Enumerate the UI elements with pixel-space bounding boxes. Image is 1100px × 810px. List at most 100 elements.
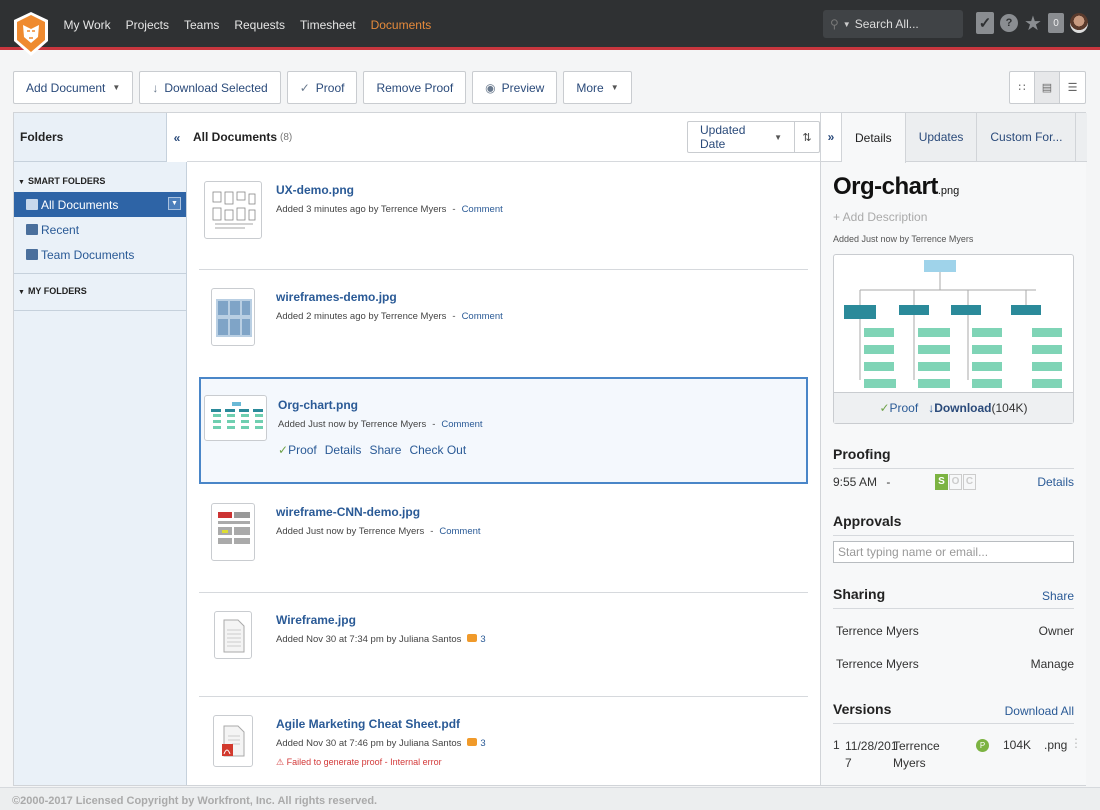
tasks-check-icon[interactable]: ✓ [976, 12, 994, 34]
document-name[interactable]: wireframes-demo.jpg [276, 290, 397, 304]
sidebar-item-team-documents[interactable]: Team Documents [14, 242, 186, 267]
document-name[interactable]: UX-demo.png [276, 183, 354, 197]
nav-my-work[interactable]: My Work [56, 18, 118, 32]
document-name[interactable]: Agile Marketing Cheat Sheet.pdf [276, 717, 460, 731]
list-item[interactable]: UX-demo.png Added 3 minutes ago by Terre… [199, 171, 808, 261]
proof-label: Proof [889, 401, 919, 415]
document-preview[interactable]: ✓Proof ↓Download(104K) [833, 254, 1074, 424]
preview-download-button[interactable]: ↓Download(104K) [928, 401, 1027, 415]
sort-field-label: Updated Date [700, 123, 746, 151]
global-search[interactable]: ⚲ ▼ Search All... [823, 10, 963, 38]
nav-timesheet[interactable]: Timesheet [293, 18, 364, 32]
document-name: Org-chart [833, 173, 938, 200]
document-title: Org-chart.png [833, 173, 959, 201]
sort-field-dropdown[interactable]: Updated Date ▼ [688, 122, 796, 152]
approvals-input[interactable] [833, 541, 1074, 563]
list-item-selected[interactable]: Org-chart.png Added Just now by Terrence… [199, 377, 808, 484]
comment-link[interactable]: Comment [462, 311, 503, 322]
document-extension: .png [937, 185, 960, 197]
document-meta: Added Nov 30 at 7:34 pm by Juliana Santo… [276, 634, 486, 645]
nav-requests[interactable]: Requests [227, 18, 293, 32]
my-folders-heading[interactable]: ▼ MY FOLDERS [14, 274, 186, 302]
more-button[interactable]: More ▼ [563, 71, 632, 104]
nav-teams[interactable]: Teams [176, 18, 226, 32]
list-item[interactable]: wireframe-CNN-demo.jpg Added Just now by… [199, 493, 808, 583]
add-document-button[interactable]: Add Document ▼ [13, 71, 134, 104]
add-description-link[interactable]: + Add Description [833, 210, 927, 224]
preview-proof-button[interactable]: ✓Proof [879, 401, 918, 415]
user-avatar[interactable] [1070, 13, 1088, 33]
tab-updates[interactable]: Updates [906, 113, 978, 161]
added-info: Added Just now by Terrence Myers [276, 526, 425, 537]
list-header: All Documents (8) Updated Date ▼ ⇅ [187, 113, 820, 162]
comment-bubble-icon[interactable] [467, 634, 478, 642]
document-name[interactable]: Wireframe.jpg [276, 613, 356, 627]
proof-time: 9:55 AM [833, 475, 878, 489]
sidebar-item-label: All Documents [41, 197, 119, 212]
proof-details-link[interactable]: Details [1037, 475, 1074, 489]
document-name[interactable]: Org-chart.png [278, 398, 358, 412]
document-name[interactable]: wireframe-CNN-demo.jpg [276, 505, 420, 519]
document-thumbnail[interactable] [204, 395, 267, 441]
proof-label: Proof [315, 80, 345, 95]
comment-count[interactable]: 3 [480, 738, 485, 749]
favorites-star-icon[interactable]: ★ [1024, 12, 1042, 35]
smart-folder-icon [26, 224, 38, 235]
help-icon[interactable]: ? [1000, 14, 1018, 32]
remove-proof-button[interactable]: Remove Proof [363, 71, 467, 104]
check-out-action[interactable]: Check Out [409, 443, 466, 457]
nav-documents[interactable]: Documents [363, 18, 439, 32]
pdf-file-icon[interactable] [213, 715, 253, 767]
proof-button[interactable]: ✓ Proof [286, 71, 358, 104]
more-options-icon[interactable]: ⋮ [1070, 736, 1082, 750]
sort-direction-icon[interactable]: ⇅ [795, 122, 819, 152]
list-item[interactable]: wireframes-demo.jpg Added 2 minutes ago … [199, 278, 808, 368]
document-toolbar: Add Document ▼ ↓ Download Selected ✓ Pro… [13, 71, 632, 104]
versions-heading: Versions Download All [833, 701, 1074, 724]
preview-button[interactable]: ◉ Preview [472, 71, 558, 104]
approvals-heading: Approvals [833, 513, 1074, 536]
list-item[interactable]: Wireframe.jpg Added Nov 30 at 7:34 pm by… [199, 601, 808, 691]
search-icon: ⚲ [830, 17, 839, 31]
document-thumbnail[interactable] [211, 288, 255, 346]
workfront-logo-icon[interactable] [12, 11, 50, 57]
generic-file-icon[interactable] [214, 611, 252, 659]
collapse-sidebar-button[interactable]: « [166, 113, 187, 162]
sidebar-item-all-documents[interactable]: All Documents ▼ [14, 192, 186, 217]
checkmark-icon: ✓ [299, 80, 310, 95]
tab-custom-forms[interactable]: Custom For... [977, 113, 1077, 161]
comment-link[interactable]: Comment [439, 526, 480, 537]
share-link[interactable]: Share [1042, 589, 1074, 603]
comment-link[interactable]: Comment [441, 419, 482, 430]
nav-projects[interactable]: Projects [118, 18, 176, 32]
status-badge-s: S [935, 474, 948, 490]
comment-count[interactable]: 3 [480, 634, 485, 645]
list-detail-view-icon[interactable]: ▤ [1035, 72, 1060, 103]
document-meta: Added 2 minutes ago by Terrence Myers - Co… [276, 311, 503, 322]
expand-panel-button[interactable]: » [821, 113, 842, 161]
document-thumbnail[interactable] [204, 181, 262, 239]
document-meta: Added Nov 30 at 7:46 pm by Juliana Santo… [276, 738, 486, 749]
version-user-line: Terrence [893, 739, 940, 753]
checkmark-icon: ✓ [879, 401, 890, 415]
comment-bubble-icon[interactable] [467, 738, 478, 746]
tab-details[interactable]: Details [842, 113, 906, 163]
shared-user-role[interactable]: Manage [1031, 657, 1074, 671]
search-placeholder[interactable]: Search All... [855, 17, 919, 31]
document-thumbnail[interactable] [211, 503, 255, 561]
download-all-link[interactable]: Download All [1005, 704, 1074, 718]
share-action[interactable]: Share [369, 443, 401, 457]
folder-options-dropdown-icon[interactable]: ▼ [168, 197, 181, 210]
status-badge-o: O [949, 474, 962, 490]
search-scope-dropdown-icon[interactable]: ▼ [843, 20, 851, 29]
proof-action[interactable]: ✓Proof [278, 443, 317, 457]
details-action[interactable]: Details [325, 443, 362, 457]
download-selected-button[interactable]: ↓ Download Selected [139, 71, 281, 104]
grid-view-icon[interactable]: ∷ [1010, 72, 1035, 103]
list-view-icon[interactable]: ☰ [1060, 72, 1085, 103]
list-item[interactable]: Agile Marketing Cheat Sheet.pdf Added No… [199, 705, 808, 785]
notifications-count[interactable]: 0 [1048, 13, 1064, 33]
smart-folders-heading[interactable]: ▼ SMART FOLDERS [14, 162, 186, 192]
sidebar-item-recent[interactable]: Recent [14, 217, 186, 242]
comment-link[interactable]: Comment [462, 204, 503, 215]
